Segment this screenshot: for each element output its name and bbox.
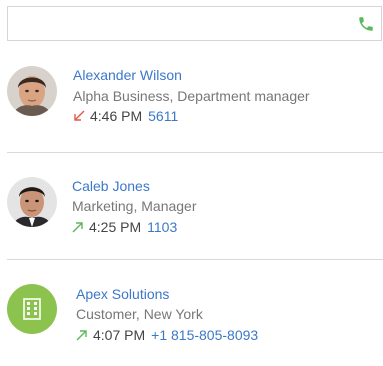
company-building-icon xyxy=(23,298,41,320)
dial-search-box[interactable] xyxy=(7,6,382,41)
contact-subtitle: Alpha Business, Department manager xyxy=(73,88,310,104)
divider xyxy=(7,152,383,153)
incoming-call-arrow-icon xyxy=(74,110,85,121)
call-number-link[interactable]: +1 815-805-8093 xyxy=(151,327,258,343)
person-photo-icon xyxy=(7,66,57,116)
outgoing-call-arrow-icon xyxy=(76,330,87,341)
call-info: 4:25 PM 1103 xyxy=(72,219,177,235)
avatar xyxy=(7,284,57,334)
contact-name[interactable]: Apex Solutions xyxy=(76,286,169,302)
phone-icon[interactable] xyxy=(357,15,375,33)
contact-subtitle: Marketing, Manager xyxy=(72,198,197,214)
contact-name[interactable]: Alexander Wilson xyxy=(73,67,182,83)
contact-name[interactable]: Caleb Jones xyxy=(72,178,150,194)
divider xyxy=(7,259,383,260)
call-info: 4:07 PM +1 815-805-8093 xyxy=(76,327,258,343)
avatar xyxy=(7,177,57,227)
call-number-link[interactable]: 1103 xyxy=(147,219,177,235)
avatar xyxy=(7,66,57,116)
outgoing-call-arrow-icon xyxy=(72,222,83,233)
contact-subtitle: Customer, New York xyxy=(76,306,203,322)
dial-search-input[interactable] xyxy=(14,11,344,36)
call-time: 4:25 PM xyxy=(89,219,142,235)
person-photo-icon xyxy=(7,177,57,227)
call-time: 4:07 PM xyxy=(93,327,146,343)
call-time: 4:46 PM xyxy=(90,108,143,124)
call-number-link[interactable]: 5611 xyxy=(148,108,178,124)
call-info: 4:46 PM 5611 xyxy=(73,108,178,124)
